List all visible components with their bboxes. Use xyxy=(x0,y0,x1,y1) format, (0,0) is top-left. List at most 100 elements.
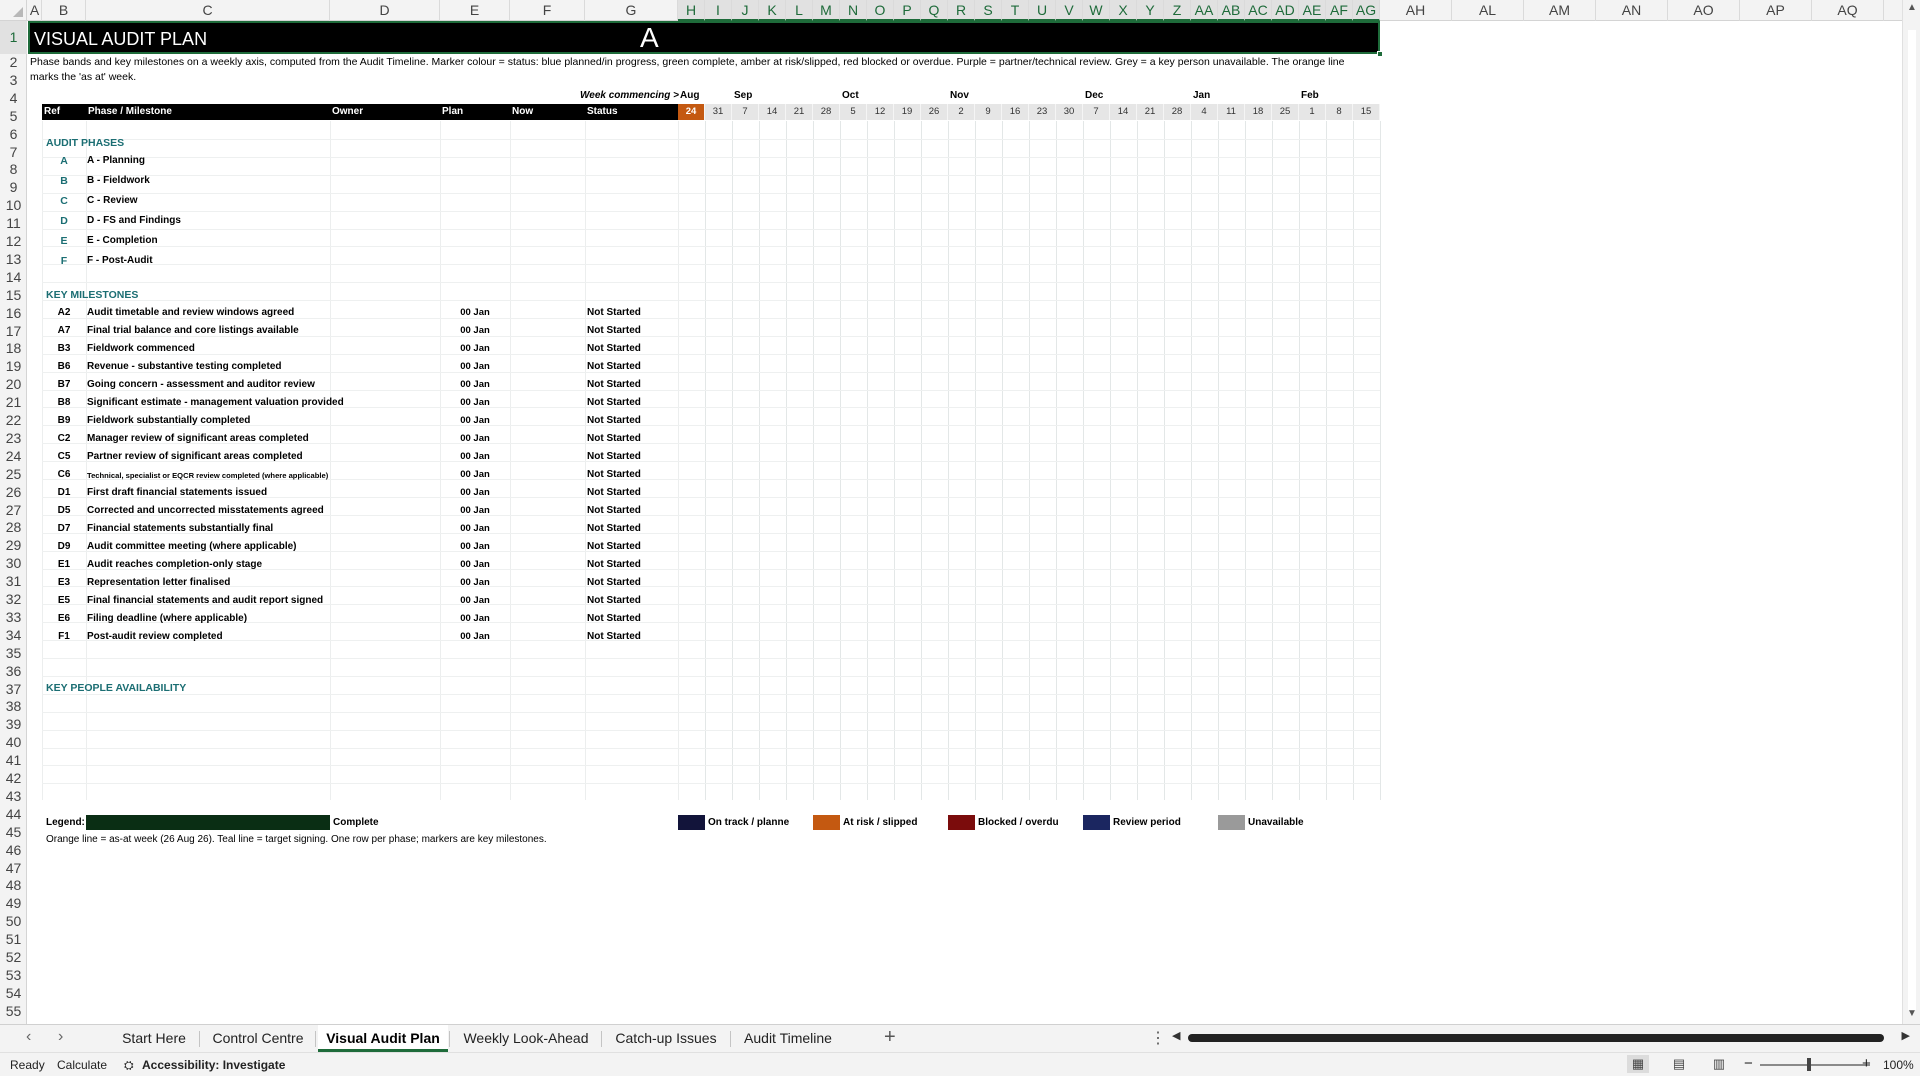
column-header[interactable]: X xyxy=(1110,0,1137,21)
phase-name[interactable]: C - Review xyxy=(87,195,138,206)
milestone-name[interactable]: Audit committee meeting (where applicabl… xyxy=(87,541,296,552)
horizontal-scrollbar[interactable]: ◀ ▶ xyxy=(1172,1029,1910,1047)
milestone-plan-date[interactable]: 00 Jan xyxy=(440,523,510,534)
milestone-plan-date[interactable]: 00 Jan xyxy=(440,505,510,516)
row-header[interactable]: 39 xyxy=(0,716,27,734)
row-header[interactable]: 3 xyxy=(0,72,27,90)
column-header[interactable]: W xyxy=(1083,0,1110,21)
milestone-name[interactable]: Final trial balance and core listings av… xyxy=(87,325,299,336)
column-header[interactable]: AM xyxy=(1524,0,1596,21)
row-header[interactable]: 24 xyxy=(0,448,27,466)
row-header[interactable]: 14 xyxy=(0,269,27,287)
milestone-name[interactable]: Fieldwork commenced xyxy=(87,343,195,354)
week-cell[interactable]: 18 xyxy=(1245,104,1272,120)
week-cell[interactable]: 28 xyxy=(1164,104,1191,120)
column-header[interactable]: G xyxy=(585,0,678,21)
row-header[interactable]: 21 xyxy=(0,394,27,412)
row-header[interactable]: 8 xyxy=(0,161,27,179)
milestone-name[interactable]: Manager review of significant areas comp… xyxy=(87,433,309,444)
column-header[interactable]: S xyxy=(975,0,1002,21)
row-header[interactable]: 45 xyxy=(0,824,27,842)
row-header[interactable]: 48 xyxy=(0,877,27,895)
column-header[interactable]: Y xyxy=(1137,0,1164,21)
milestone-plan-date[interactable]: 00 Jan xyxy=(440,613,510,624)
milestone-status[interactable]: Not Started xyxy=(587,487,641,498)
column-header[interactable]: F xyxy=(510,0,585,21)
worksheet-grid[interactable]: A B C D E F G H I J K L M N O P Q R S T U V W X Y Z AA AB AC AD AE AF AG… xyxy=(0,0,1902,1024)
milestone-plan-date[interactable]: 00 Jan xyxy=(440,541,510,552)
week-cell[interactable]: 26 xyxy=(921,104,948,120)
row-header[interactable]: 46 xyxy=(0,842,27,860)
milestone-status[interactable]: Not Started xyxy=(587,613,641,624)
column-header[interactable]: K xyxy=(759,0,786,21)
sheet-tab[interactable]: Catch-up Issues xyxy=(603,1025,729,1052)
milestone-name[interactable]: Revenue - substantive testing completed xyxy=(87,361,282,372)
column-header[interactable]: N xyxy=(840,0,867,21)
milestone-status[interactable]: Not Started xyxy=(587,523,641,534)
milestone-name[interactable]: Audit reaches completion-only stage xyxy=(87,559,262,570)
row-header[interactable]: 32 xyxy=(0,591,27,609)
row-header[interactable]: 53 xyxy=(0,967,27,985)
row-header[interactable]: 44 xyxy=(0,806,27,824)
week-cell[interactable]: 16 xyxy=(1002,104,1029,120)
add-sheet-icon[interactable]: + xyxy=(884,1026,896,1049)
milestone-plan-date[interactable]: 00 Jan xyxy=(440,379,510,390)
column-header[interactable]: AD xyxy=(1272,0,1299,21)
milestone-name[interactable]: Significant estimate - management valuat… xyxy=(87,397,344,408)
row-header[interactable]: 40 xyxy=(0,734,27,752)
row-header[interactable]: 36 xyxy=(0,663,27,681)
column-header[interactable]: J xyxy=(732,0,759,21)
week-cell[interactable]: 5 xyxy=(840,104,867,120)
week-cell[interactable]: 24 xyxy=(678,104,705,120)
milestone-status[interactable]: Not Started xyxy=(587,343,641,354)
phase-name[interactable]: D - FS and Findings xyxy=(87,215,181,226)
scroll-up-icon[interactable]: ▲ xyxy=(1907,2,1917,13)
more-options-icon[interactable]: ⋮ xyxy=(1150,1028,1166,1048)
row-header[interactable]: 22 xyxy=(0,412,27,430)
row-header[interactable]: 1 xyxy=(0,21,27,54)
row-header[interactable]: 55 xyxy=(0,1003,27,1021)
scroll-down-icon[interactable]: ▼ xyxy=(1907,1008,1917,1019)
column-header[interactable]: B xyxy=(42,0,86,21)
column-header[interactable]: AL xyxy=(1452,0,1524,21)
week-cell[interactable]: 19 xyxy=(894,104,921,120)
milestone-status[interactable]: Not Started xyxy=(587,451,641,462)
milestone-status[interactable]: Not Started xyxy=(587,577,641,588)
column-header[interactable]: T xyxy=(1002,0,1029,21)
column-header[interactable]: AP xyxy=(1740,0,1812,21)
row-header[interactable]: 5 xyxy=(0,108,27,126)
milestone-name[interactable]: Fieldwork substantially completed xyxy=(87,415,250,426)
row-header[interactable]: 10 xyxy=(0,197,27,215)
column-header[interactable]: Z xyxy=(1164,0,1191,21)
column-header[interactable]: H xyxy=(678,0,705,21)
column-header[interactable]: R xyxy=(948,0,975,21)
row-header[interactable]: 35 xyxy=(0,645,27,663)
row-header[interactable]: 13 xyxy=(0,251,27,269)
row-header[interactable]: 49 xyxy=(0,895,27,913)
row-header[interactable]: 51 xyxy=(0,931,27,949)
milestone-status[interactable]: Not Started xyxy=(587,631,641,642)
next-sheet-icon[interactable]: › xyxy=(58,1028,63,1046)
milestone-name[interactable]: Filing deadline (where applicable) xyxy=(87,613,247,624)
row-header[interactable]: 15 xyxy=(0,287,27,305)
row-header[interactable]: 17 xyxy=(0,323,27,341)
row-header[interactable]: 37 xyxy=(0,681,27,699)
column-header[interactable]: AF xyxy=(1326,0,1353,21)
column-header[interactable]: O xyxy=(867,0,894,21)
row-header[interactable]: 47 xyxy=(0,860,27,878)
milestone-status[interactable]: Not Started xyxy=(587,559,641,570)
zoom-out-icon[interactable]: − xyxy=(1744,1055,1753,1072)
row-header[interactable]: 27 xyxy=(0,502,27,520)
column-header[interactable]: U xyxy=(1029,0,1056,21)
milestone-plan-date[interactable]: 00 Jan xyxy=(440,361,510,372)
row-header[interactable]: 9 xyxy=(0,179,27,197)
column-header[interactable]: E xyxy=(440,0,510,21)
page-break-preview-icon[interactable]: ▥ xyxy=(1708,1055,1730,1073)
week-cell[interactable]: 7 xyxy=(732,104,759,120)
column-header[interactable]: A xyxy=(28,0,42,21)
scroll-right-icon[interactable]: ▶ xyxy=(1902,1029,1910,1042)
row-header[interactable]: 28 xyxy=(0,519,27,537)
horizontal-scroll-thumb[interactable] xyxy=(1188,1034,1884,1042)
week-cell[interactable]: 12 xyxy=(867,104,894,120)
column-header[interactable]: AC xyxy=(1245,0,1272,21)
